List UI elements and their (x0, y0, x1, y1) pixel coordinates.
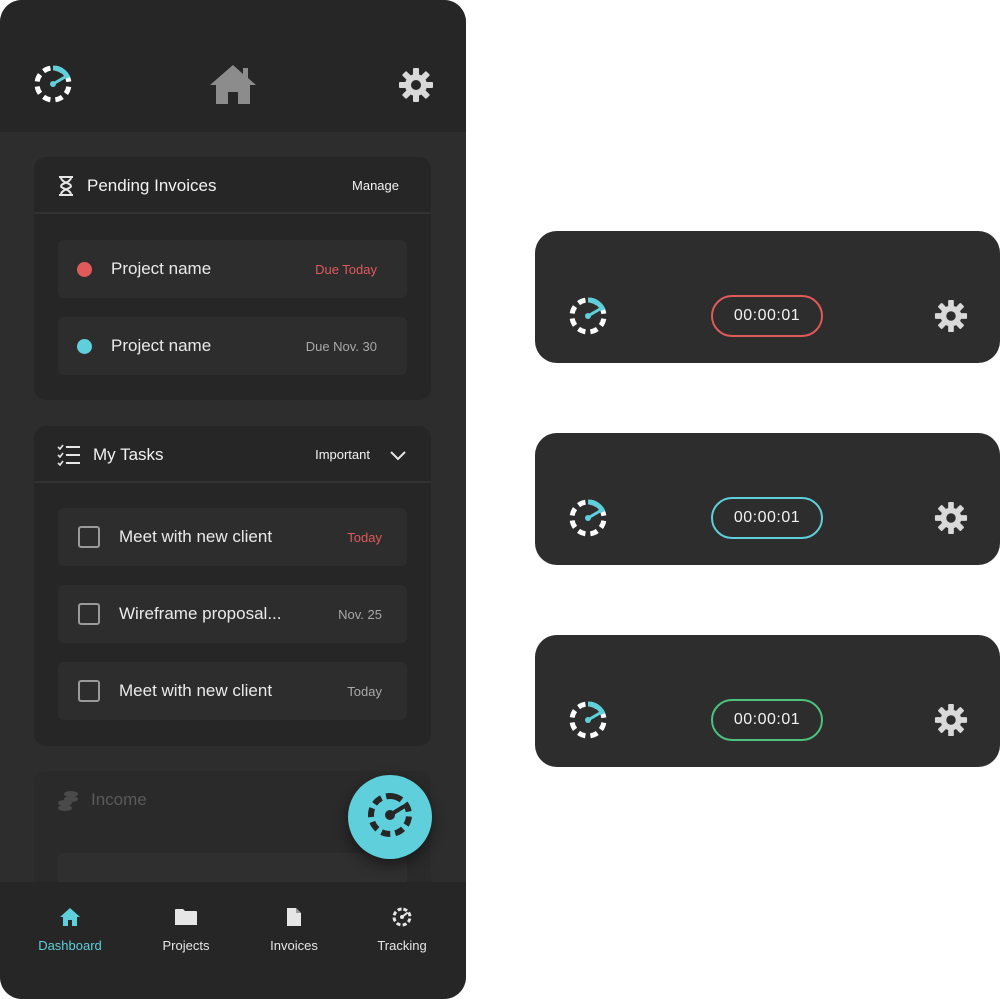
status-dot (77, 262, 92, 277)
task-date: Today (347, 530, 382, 545)
task-checkbox[interactable] (78, 680, 100, 702)
speedometer-logo-icon[interactable] (32, 63, 74, 110)
nav-dashboard[interactable]: Dashboard (20, 906, 120, 953)
nav-label: Dashboard (38, 938, 102, 953)
speedometer-logo-icon[interactable] (567, 699, 609, 746)
task-label: Meet with new client (119, 681, 273, 700)
checklist-icon (57, 444, 81, 471)
top-app-bar (0, 0, 466, 132)
pending-invoices-header: Pending Invoices Manage (34, 157, 431, 214)
phone-screen: Pending Invoices Manage Project name Due… (0, 0, 466, 999)
speedometer-logo-icon[interactable] (567, 497, 609, 544)
invoice-project-name: Project name (111, 336, 212, 355)
invoice-project-name: Project name (111, 259, 212, 278)
gear-icon[interactable] (398, 67, 434, 108)
invoice-due-date: Due Today (315, 262, 377, 277)
status-dot (77, 339, 92, 354)
nav-label: Tracking (377, 938, 427, 953)
my-tasks-header: My Tasks Important (34, 426, 431, 483)
task-row[interactable]: Meet with new client Today (58, 508, 407, 566)
timer-bar-red: 00:00:01 (535, 231, 1000, 363)
my-tasks-card: My Tasks Important Meet with new client … (34, 426, 431, 746)
task-date: Today (347, 684, 382, 699)
my-tasks-title: My Tasks (93, 445, 164, 464)
chevron-down-icon[interactable] (390, 448, 406, 466)
gear-icon[interactable] (934, 299, 968, 338)
gear-icon[interactable] (934, 703, 968, 742)
pending-invoices-title: Pending Invoices (87, 176, 217, 195)
task-filter-select[interactable]: Important (315, 447, 370, 462)
invoice-row[interactable]: Project name Due Nov. 30 (58, 317, 407, 375)
bottom-navigation: Dashboard Projects Invoices Tracking (0, 882, 466, 999)
income-title: Income (91, 790, 147, 809)
speedometer-icon (352, 906, 452, 928)
hourglass-icon (57, 176, 75, 201)
coins-icon (57, 789, 79, 816)
speedometer-icon (365, 790, 415, 845)
manage-button[interactable]: Manage (352, 178, 399, 193)
timer-display[interactable]: 00:00:01 (711, 497, 823, 539)
nav-label: Invoices (270, 938, 318, 953)
nav-tracking[interactable]: Tracking (352, 906, 452, 953)
document-icon (244, 906, 344, 928)
task-row[interactable]: Wireframe proposal... Nov. 25 (58, 585, 407, 643)
pending-invoices-card: Pending Invoices Manage Project name Due… (34, 157, 431, 400)
nav-invoices[interactable]: Invoices (244, 906, 344, 953)
timer-bar-blue: 00:00:01 (535, 433, 1000, 565)
task-row[interactable]: Meet with new client Today (58, 662, 407, 720)
task-label: Meet with new client (119, 527, 273, 546)
task-label: Wireframe proposal... (119, 604, 282, 623)
nav-label: Projects (162, 938, 210, 953)
folder-icon (136, 906, 236, 928)
timer-bar-green: 00:00:01 (535, 635, 1000, 767)
gear-icon[interactable] (934, 501, 968, 540)
home-icon[interactable] (207, 62, 259, 111)
nav-projects[interactable]: Projects (136, 906, 236, 953)
task-checkbox[interactable] (78, 526, 100, 548)
invoice-due-date: Due Nov. 30 (305, 339, 377, 354)
timer-display[interactable]: 00:00:01 (711, 295, 823, 337)
task-date: Nov. 25 (338, 607, 382, 622)
speedometer-logo-icon[interactable] (567, 295, 609, 342)
invoice-row[interactable]: Project name Due Today (58, 240, 407, 298)
home-icon (20, 906, 120, 928)
task-checkbox[interactable] (78, 603, 100, 625)
timer-display[interactable]: 00:00:01 (711, 699, 823, 741)
start-tracking-fab[interactable] (348, 775, 432, 859)
